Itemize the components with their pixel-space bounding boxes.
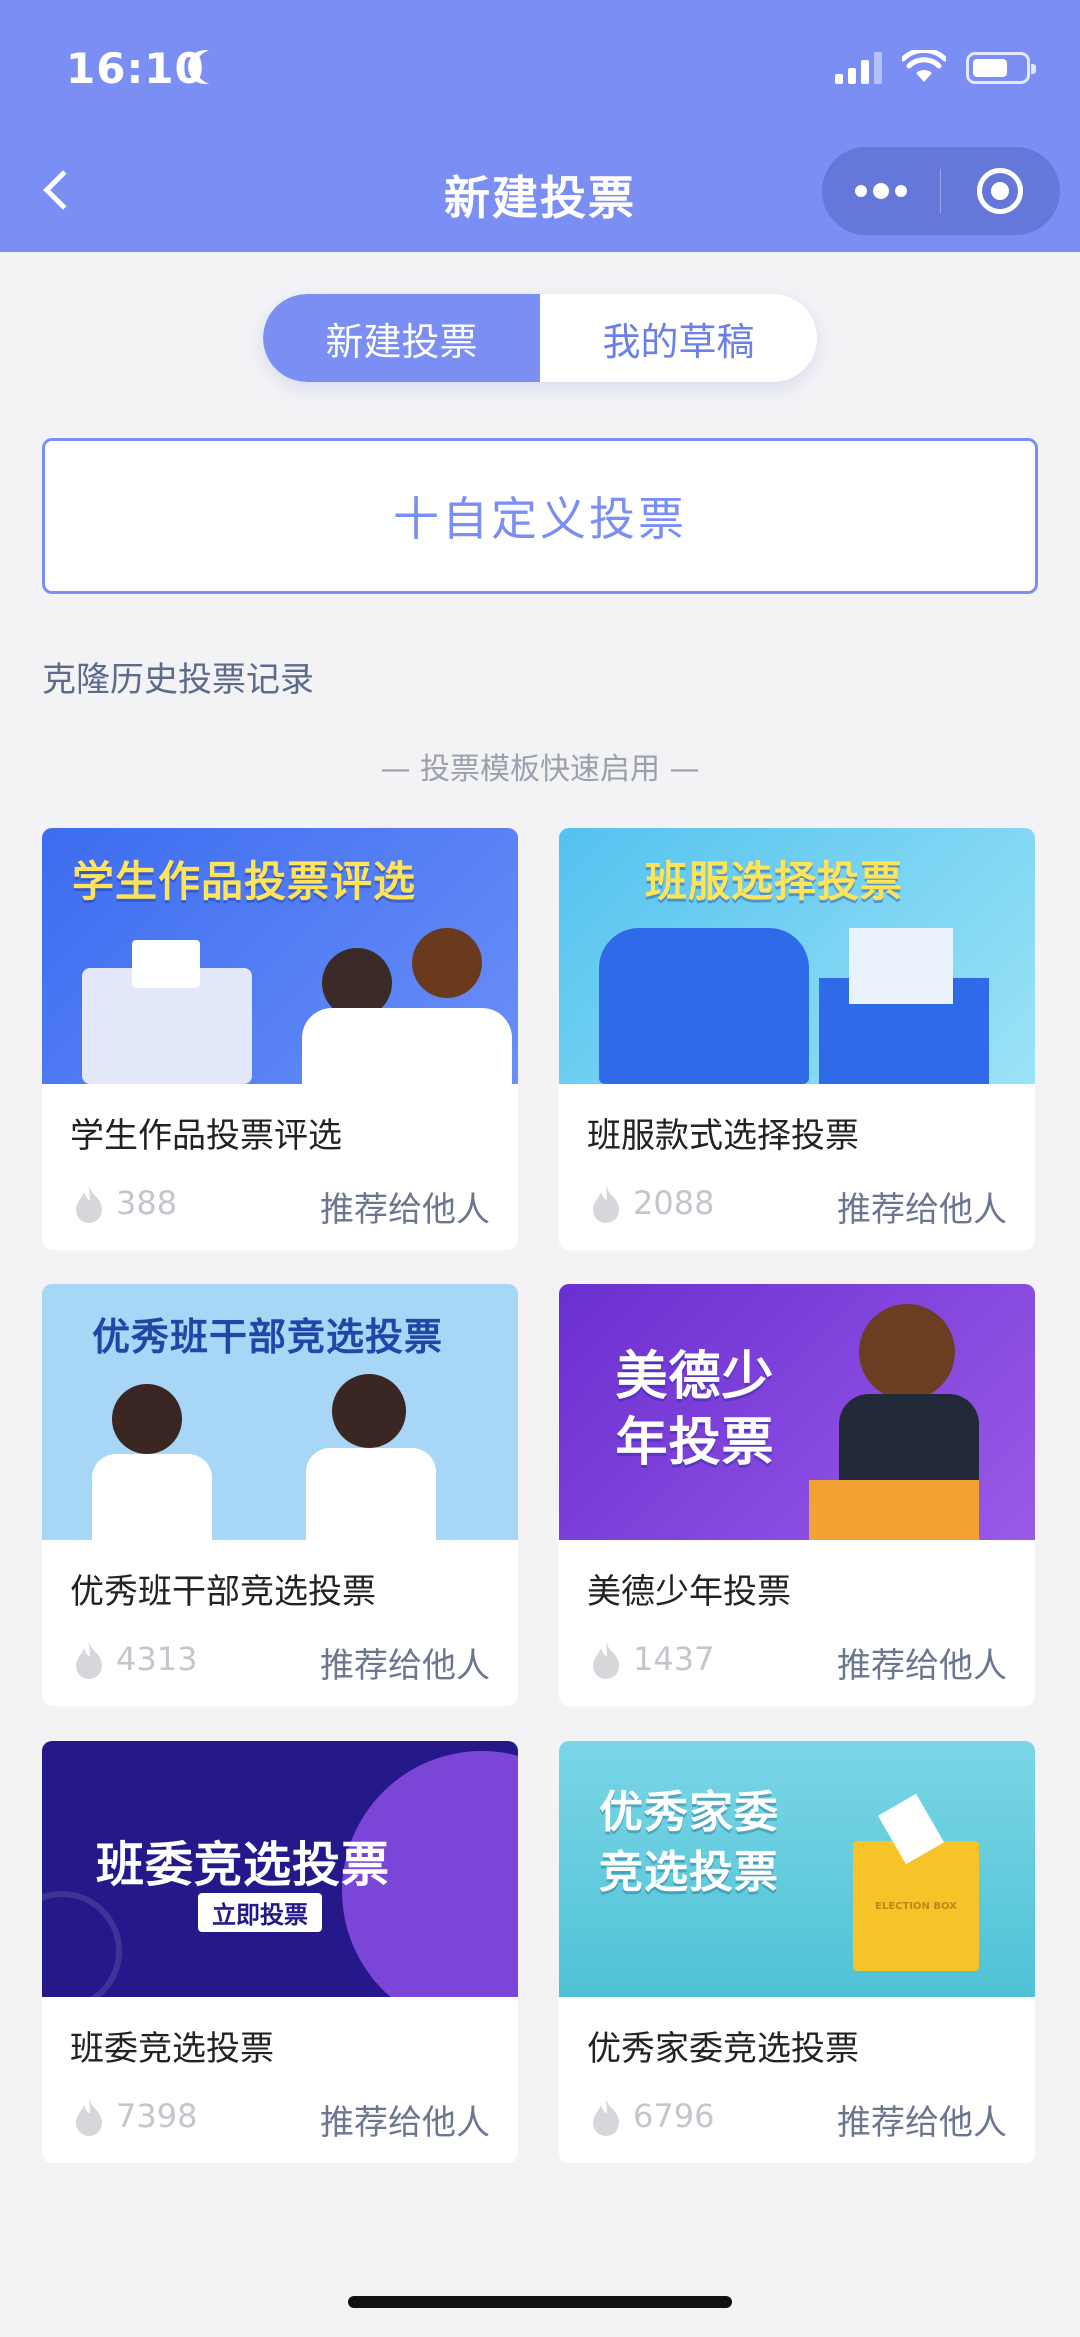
template-name: 优秀家委竞选投票 (587, 2029, 859, 2069)
student-image (112, 1384, 182, 1454)
template-banner: 优秀家委竞选投票 ELECTION BOX (559, 1741, 1035, 1997)
tshirt-image (599, 928, 809, 1084)
fire-icon (76, 2099, 102, 2136)
recommend-button[interactable]: 推荐给他人 (320, 1182, 490, 1231)
template-banner: 优秀班干部竞选投票 (42, 1284, 518, 1540)
recommend-button[interactable]: 推荐给他人 (320, 2095, 490, 2144)
recommend-button[interactable]: 推荐给他人 (837, 1182, 1007, 1231)
miniapp-capsule (822, 147, 1060, 235)
student-uniform-image (92, 1454, 212, 1540)
template-banner: 班服选择投票 (559, 828, 1035, 1084)
banner-title: 班服选择投票 (645, 857, 904, 906)
student-image (332, 1374, 406, 1448)
ballot-box-label: ELECTION BOX (875, 1901, 957, 1912)
banner-title: 优秀班干部竞选投票 (92, 1315, 444, 1359)
banner-badge: 立即投票 (198, 1893, 322, 1932)
template-card[interactable]: 班委竞选投票 立即投票 班委竞选投票 7398 推荐给他人 (42, 1741, 518, 2163)
moon-icon (196, 50, 230, 84)
podium-image (809, 1480, 979, 1540)
target-close-icon[interactable] (941, 168, 1059, 214)
custom-vote-button[interactable]: 十自定义投票 (42, 438, 1038, 594)
template-name: 班服款式选择投票 (587, 1116, 859, 1156)
ballot-paper-image (132, 940, 200, 988)
hot-count: 2088 (633, 1184, 715, 1222)
fire-icon (593, 1186, 619, 1223)
hot-count: 1437 (633, 1640, 715, 1678)
nav-header: 16:10 新建投票 (0, 0, 1080, 252)
wifi-icon (902, 50, 946, 82)
status-time: 16:10 (66, 44, 205, 93)
ballot-paper-image (849, 928, 953, 1004)
student-uniform-image (302, 1008, 512, 1084)
fire-icon (593, 2099, 619, 2136)
template-card[interactable]: 优秀家委竞选投票 ELECTION BOX 优秀家委竞选投票 6796 推荐给他… (559, 1741, 1035, 2163)
banner-title: 班委竞选投票 (96, 1837, 391, 1893)
template-card[interactable]: 学生作品投票评选 学生作品投票评选 388 推荐给他人 (42, 828, 518, 1250)
template-name: 美德少年投票 (587, 1572, 791, 1612)
more-dots-icon[interactable] (822, 183, 940, 199)
hot-count: 4313 (116, 1640, 198, 1678)
template-banner: 美德少年投票 (559, 1284, 1035, 1540)
banner-title: 美德少年投票 (615, 1347, 775, 1473)
clone-history-link[interactable]: 克隆历史投票记录 (42, 652, 314, 701)
banner-title: 学生作品投票评选 (72, 857, 417, 906)
recommend-button[interactable]: 推荐给他人 (837, 2095, 1007, 2144)
fire-icon (76, 1642, 102, 1679)
fire-icon (593, 1642, 619, 1679)
hot-count: 388 (116, 1184, 178, 1222)
banner-title: 优秀家委竞选投票 (599, 1787, 779, 1898)
home-indicator (348, 2296, 732, 2308)
hot-count: 6796 (633, 2097, 715, 2135)
tab-my-drafts[interactable]: 我的草稿 (540, 294, 817, 382)
recommend-button[interactable]: 推荐给他人 (320, 1638, 490, 1687)
signal-icon (835, 50, 882, 84)
student-image (412, 928, 482, 998)
template-banner: 班委竞选投票 立即投票 (42, 1741, 518, 1997)
template-banner: 学生作品投票评选 (42, 828, 518, 1084)
decor-ring (42, 1891, 122, 1997)
status-icons (835, 50, 1036, 84)
template-name: 学生作品投票评选 (70, 1116, 342, 1156)
template-card[interactable]: 美德少年投票 美德少年投票 1437 推荐给他人 (559, 1284, 1035, 1706)
template-name: 班委竞选投票 (70, 2029, 274, 2069)
recommend-button[interactable]: 推荐给他人 (837, 1638, 1007, 1687)
student-uniform-image (306, 1448, 436, 1540)
template-name: 优秀班干部竞选投票 (70, 1572, 376, 1612)
template-section-title: — 投票模板快速启用 — (380, 752, 700, 787)
tab-new-vote[interactable]: 新建投票 (263, 294, 540, 382)
speaker-image (859, 1304, 955, 1400)
hot-count: 7398 (116, 2097, 198, 2135)
fire-icon (76, 1186, 102, 1223)
battery-icon (966, 52, 1036, 84)
tab-switcher: 新建投票 我的草稿 (263, 294, 817, 382)
template-card[interactable]: 优秀班干部竞选投票 优秀班干部竞选投票 4313 推荐给他人 (42, 1284, 518, 1706)
template-card[interactable]: 班服选择投票 班服款式选择投票 2088 推荐给他人 (559, 828, 1035, 1250)
